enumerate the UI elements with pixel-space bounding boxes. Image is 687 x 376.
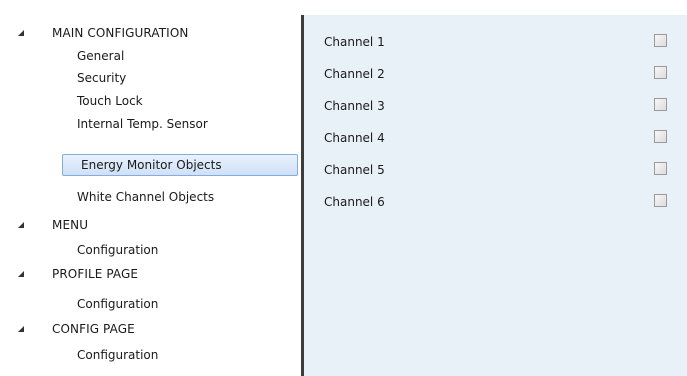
tree-item-security[interactable]: Security (0, 67, 300, 89)
navigation-tree: MAIN CONFIGURATION General Security Touc… (0, 0, 301, 376)
tree-group-label: CONFIG PAGE (52, 322, 135, 336)
channel-row-4: Channel 4 (304, 127, 687, 149)
channel-label: Channel 4 (324, 131, 385, 145)
tree-group-label: MENU (52, 218, 89, 232)
channel-label: Channel 6 (324, 195, 385, 209)
tree-item-general[interactable]: General (0, 45, 300, 67)
tree-item-menu-configuration[interactable]: Configuration (0, 239, 300, 261)
tree-item-touch-lock[interactable]: Touch Lock (0, 90, 300, 112)
expanded-arrow-icon[interactable] (18, 30, 24, 36)
tree-item-label: Configuration (77, 243, 159, 257)
channel-row-3: Channel 3 (304, 95, 687, 117)
channel-4-checkbox[interactable] (654, 130, 667, 143)
parameter-panel: Channel 1 Channel 2 Channel 3 Channel 4 … (304, 15, 687, 376)
expanded-arrow-icon[interactable] (18, 326, 24, 332)
tree-item-label: White Channel Objects (77, 190, 215, 204)
tree-group-label: PROFILE PAGE (52, 267, 139, 281)
channel-row-6: Channel 6 (304, 191, 687, 213)
tree-group-config-page[interactable]: CONFIG PAGE (0, 318, 300, 340)
tree-item-white-channel-objects[interactable]: White Channel Objects (0, 186, 300, 208)
tree-group-profile-page[interactable]: PROFILE PAGE (0, 263, 300, 285)
tree-group-menu[interactable]: MENU (0, 214, 300, 236)
tree-item-label: Configuration (77, 297, 159, 311)
tree-item-config-configuration[interactable]: Configuration (0, 344, 300, 366)
channel-3-checkbox[interactable] (654, 98, 667, 111)
channel-label: Channel 2 (324, 67, 385, 81)
channel-row-5: Channel 5 (304, 159, 687, 181)
tree-item-profile-configuration[interactable]: Configuration (0, 293, 300, 315)
channel-5-checkbox[interactable] (654, 162, 667, 175)
channel-6-checkbox[interactable] (654, 194, 667, 207)
channel-2-checkbox[interactable] (654, 66, 667, 79)
tree-item-internal-temp-sensor[interactable]: Internal Temp. Sensor (0, 113, 300, 135)
channel-label: Channel 3 (324, 99, 385, 113)
channel-label: Channel 5 (324, 163, 385, 177)
expanded-arrow-icon[interactable] (18, 222, 24, 228)
channel-1-checkbox[interactable] (654, 34, 667, 47)
tree-group-label: MAIN CONFIGURATION (52, 26, 189, 40)
expanded-arrow-icon[interactable] (18, 271, 24, 277)
tree-item-label: Internal Temp. Sensor (77, 117, 208, 131)
channel-label: Channel 1 (324, 35, 385, 49)
tree-item-energy-monitor-objects[interactable]: Energy Monitor Objects (0, 154, 300, 176)
channel-row-1: Channel 1 (304, 31, 687, 53)
tree-item-label: General (77, 49, 125, 63)
tree-item-label: Security (77, 71, 127, 85)
parameter-window: MAIN CONFIGURATION General Security Touc… (0, 0, 687, 376)
channel-row-2: Channel 2 (304, 63, 687, 85)
tree-item-label: Energy Monitor Objects (81, 158, 222, 172)
tree-item-label: Configuration (77, 348, 159, 362)
tree-item-label: Touch Lock (77, 94, 143, 108)
tree-group-main-configuration[interactable]: MAIN CONFIGURATION (0, 22, 300, 44)
